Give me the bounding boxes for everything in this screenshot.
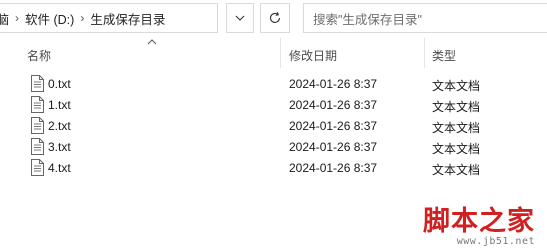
watermark-url: www.jb51.net <box>456 236 535 247</box>
breadcrumb-separator-icon[interactable]: › <box>74 11 90 25</box>
file-name[interactable]: 0.txt <box>48 77 71 91</box>
file-row[interactable]: 0.txt 2024-01-26 8:37 文本文档 <box>0 74 547 95</box>
file-date: 2024-01-26 8:37 <box>289 98 378 112</box>
column-type[interactable]: 类型 <box>432 47 456 64</box>
file-date: 2024-01-26 8:37 <box>289 161 378 175</box>
column-header: 名称 修改日期 类型 <box>0 38 547 68</box>
text-file-icon <box>31 96 44 113</box>
file-name[interactable]: 3.txt <box>48 140 71 154</box>
file-type: 文本文档 <box>432 163 481 177</box>
text-file-icon <box>31 159 44 176</box>
column-divider[interactable] <box>424 38 425 68</box>
file-type: 文本文档 <box>432 121 481 135</box>
navigation-bar: 此电脑 › 软件 (D:) › 生成保存目录 搜索"生成保存目录" <box>0 0 547 38</box>
refresh-button[interactable] <box>260 3 290 33</box>
text-file-icon <box>31 75 44 92</box>
file-type: 文本文档 <box>432 79 481 93</box>
address-bar[interactable]: 此电脑 › 软件 (D:) › 生成保存目录 <box>0 3 218 33</box>
address-history-dropdown[interactable] <box>226 3 254 33</box>
file-type: 文本文档 <box>432 100 481 114</box>
file-name[interactable]: 1.txt <box>48 98 71 112</box>
file-type: 文本文档 <box>432 142 481 156</box>
file-row[interactable]: 1.txt 2024-01-26 8:37 文本文档 <box>0 95 547 116</box>
search-placeholder: 搜索"生成保存目录" <box>313 12 422 27</box>
file-row[interactable]: 3.txt 2024-01-26 8:37 文本文档 <box>0 137 547 158</box>
file-row[interactable]: 4.txt 2024-01-26 8:37 文本文档 <box>0 158 547 179</box>
refresh-icon <box>269 11 281 23</box>
text-file-icon <box>31 117 44 134</box>
file-date: 2024-01-26 8:37 <box>289 140 378 154</box>
search-box[interactable]: 搜索"生成保存目录" <box>303 3 547 33</box>
column-name[interactable]: 名称 <box>27 47 51 64</box>
sort-ascending-icon <box>147 39 157 45</box>
breadcrumb-drive[interactable]: 软件 (D:) <box>25 9 74 28</box>
text-file-icon <box>31 138 44 155</box>
column-divider[interactable] <box>280 38 281 68</box>
breadcrumb-current-folder[interactable]: 生成保存目录 <box>90 9 165 28</box>
chevron-down-icon <box>235 15 245 21</box>
file-name[interactable]: 2.txt <box>48 119 71 133</box>
file-row[interactable]: 2.txt 2024-01-26 8:37 文本文档 <box>0 116 547 137</box>
breadcrumb-separator-icon[interactable]: › <box>9 11 25 25</box>
site-watermark: 脚本之家 www.jb51.net <box>403 199 541 247</box>
breadcrumb-truncated[interactable]: 此电脑 <box>0 9 9 28</box>
file-date: 2024-01-26 8:37 <box>289 119 378 133</box>
file-name[interactable]: 4.txt <box>48 161 71 175</box>
column-date-modified[interactable]: 修改日期 <box>289 47 337 64</box>
watermark-title: 脚本之家 <box>423 206 535 237</box>
file-date: 2024-01-26 8:37 <box>289 77 378 91</box>
